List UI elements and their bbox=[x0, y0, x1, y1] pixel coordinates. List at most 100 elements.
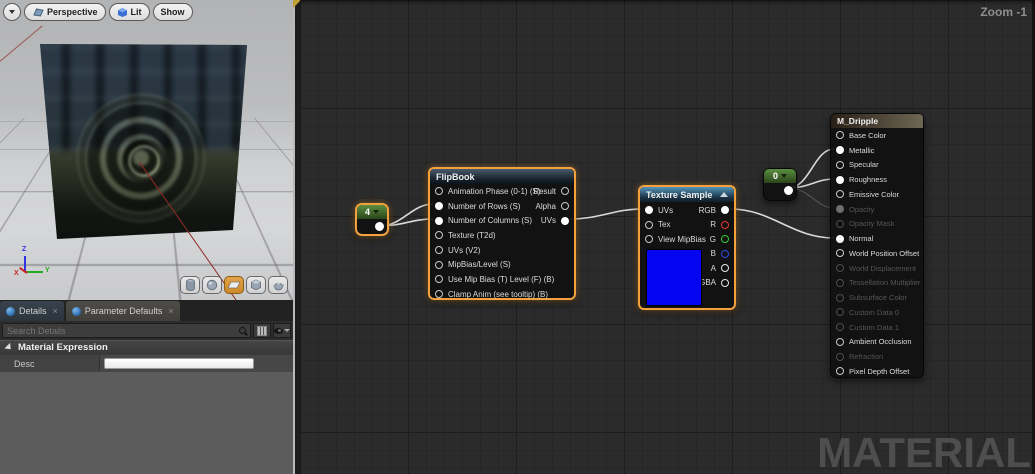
input-pin[interactable] bbox=[435, 246, 443, 254]
output-pin[interactable] bbox=[721, 250, 729, 258]
input-pin[interactable] bbox=[836, 161, 844, 169]
material-node-body: Base ColorMetallicSpecularRoughnessEmiss… bbox=[831, 128, 923, 379]
flipbook-node-header[interactable]: FlipBook bbox=[430, 169, 574, 184]
constant-value: 0 bbox=[773, 171, 778, 181]
output-pin[interactable] bbox=[721, 264, 729, 272]
pin-label: Result bbox=[533, 187, 556, 196]
panel-splitter[interactable] bbox=[293, 0, 300, 474]
property-matrix-button[interactable] bbox=[253, 323, 271, 338]
flipbook-node[interactable]: FlipBook Animation Phase (0-1) (S)Result… bbox=[428, 167, 576, 300]
desc-field[interactable] bbox=[104, 358, 254, 369]
tab-details[interactable]: Details × bbox=[0, 301, 64, 321]
search-details-input[interactable] bbox=[7, 326, 239, 336]
input-pin[interactable] bbox=[645, 206, 653, 214]
output-pin[interactable] bbox=[561, 202, 569, 210]
viewport-options-button[interactable] bbox=[3, 3, 21, 21]
shape-cylinder-button[interactable] bbox=[180, 276, 200, 294]
texture-sample-node-header[interactable]: Texture Sample bbox=[640, 187, 734, 202]
constant-node-0[interactable]: 0 bbox=[763, 168, 797, 201]
pin-label: Alpha bbox=[536, 202, 556, 211]
shape-sphere-button[interactable] bbox=[202, 276, 222, 294]
material-node-header[interactable]: M_Dripple bbox=[831, 114, 923, 128]
material-result-node[interactable]: M_Dripple Base ColorMetallicSpecularRoug… bbox=[830, 113, 924, 378]
material-pin-row: Subsurface Color bbox=[831, 290, 923, 305]
input-pin[interactable] bbox=[836, 338, 844, 346]
output-pin[interactable] bbox=[721, 221, 729, 229]
output-pin[interactable] bbox=[561, 187, 569, 195]
input-pin[interactable] bbox=[836, 323, 844, 331]
pin-label: R bbox=[710, 220, 716, 229]
grid-icon bbox=[257, 326, 267, 336]
constant-node-header: 0 bbox=[764, 169, 796, 183]
output-pin[interactable] bbox=[721, 206, 729, 214]
close-tab-icon[interactable]: × bbox=[168, 306, 173, 316]
input-pin[interactable] bbox=[435, 202, 443, 210]
material-pin-row: Normal bbox=[831, 231, 923, 246]
tab-parameter-defaults[interactable]: Parameter Defaults × bbox=[66, 301, 180, 321]
input-pin[interactable] bbox=[435, 231, 443, 239]
details-tabbar: Details × Parameter Defaults × bbox=[0, 300, 293, 321]
material-pin-row: Emissive Color bbox=[831, 187, 923, 202]
pin-label: World Displacement bbox=[849, 264, 916, 273]
input-pin[interactable] bbox=[435, 275, 443, 283]
pin-label: Use Mip Bias (T) Level (F) (B) bbox=[448, 275, 554, 284]
input-pin[interactable] bbox=[836, 190, 844, 198]
perspective-button[interactable]: Perspective bbox=[24, 3, 106, 21]
output-pin[interactable] bbox=[375, 222, 384, 231]
collapse-icon[interactable] bbox=[720, 192, 728, 197]
input-pin[interactable] bbox=[435, 261, 443, 269]
input-pin[interactable] bbox=[836, 146, 844, 154]
input-pin[interactable] bbox=[435, 290, 443, 298]
output-pin[interactable] bbox=[721, 235, 729, 243]
input-pin[interactable] bbox=[836, 294, 844, 302]
output-pin[interactable] bbox=[561, 217, 569, 225]
material-editor-window: Perspective Lit Show Z Y X bbox=[0, 0, 1035, 474]
input-pin[interactable] bbox=[836, 205, 844, 213]
pin-label: World Position Offset bbox=[849, 249, 919, 258]
lit-label: Lit bbox=[131, 7, 142, 17]
expand-arrow-icon bbox=[4, 343, 13, 352]
material-graph-canvas[interactable]: Zoom -1 MATERIAL 4 FlipBook Animation Ph… bbox=[300, 0, 1035, 474]
shape-teapot-button[interactable] bbox=[268, 276, 288, 294]
pin-label: Tex bbox=[658, 220, 670, 229]
input-pin[interactable] bbox=[836, 235, 844, 243]
constant-node-4[interactable]: 4 bbox=[355, 203, 389, 236]
sphere-icon bbox=[206, 279, 218, 291]
show-button[interactable]: Show bbox=[153, 3, 193, 21]
input-pin[interactable] bbox=[836, 264, 844, 272]
input-pin[interactable] bbox=[836, 367, 844, 375]
node-title: Texture Sample bbox=[646, 190, 712, 200]
shape-cube-button[interactable] bbox=[246, 276, 266, 294]
output-pin[interactable] bbox=[721, 279, 729, 287]
texture-sample-node[interactable]: Texture Sample UVsTexView MipBias RGBRGB… bbox=[638, 185, 736, 310]
property-row-desc: Desc bbox=[0, 354, 293, 372]
shape-plane-button[interactable] bbox=[224, 276, 244, 294]
input-pin[interactable] bbox=[435, 187, 443, 195]
input-pin[interactable] bbox=[645, 221, 653, 229]
input-pin[interactable] bbox=[645, 235, 653, 243]
input-pin[interactable] bbox=[836, 220, 844, 228]
close-tab-icon[interactable]: × bbox=[53, 306, 58, 316]
input-pin[interactable] bbox=[836, 279, 844, 287]
input-pin[interactable] bbox=[836, 353, 844, 361]
pin-label: Number of Rows (S) bbox=[448, 202, 520, 211]
flipbook-output: Alpha bbox=[536, 199, 569, 214]
wire bbox=[570, 209, 642, 219]
category-material-expression[interactable]: Material Expression bbox=[0, 340, 293, 354]
chevron-down-icon bbox=[9, 10, 15, 14]
preview-viewport[interactable]: Perspective Lit Show Z Y X bbox=[0, 0, 293, 300]
input-pin[interactable] bbox=[836, 308, 844, 316]
search-icon bbox=[239, 327, 246, 334]
flipbook-pin-row: MipBias/Level (S) bbox=[430, 257, 574, 272]
input-pin[interactable] bbox=[836, 176, 844, 184]
input-pin[interactable] bbox=[435, 217, 443, 225]
input-pin[interactable] bbox=[836, 249, 844, 257]
material-pin-row: Tessellation Multiplier bbox=[831, 276, 923, 291]
material-pin-row: Custom Data 1 bbox=[831, 320, 923, 335]
view-options-button[interactable] bbox=[273, 323, 291, 338]
output-pin[interactable] bbox=[784, 186, 793, 195]
ripple-effect bbox=[85, 102, 197, 214]
tab-label: Details bbox=[19, 306, 47, 316]
input-pin[interactable] bbox=[836, 131, 844, 139]
lit-button[interactable]: Lit bbox=[109, 3, 150, 21]
